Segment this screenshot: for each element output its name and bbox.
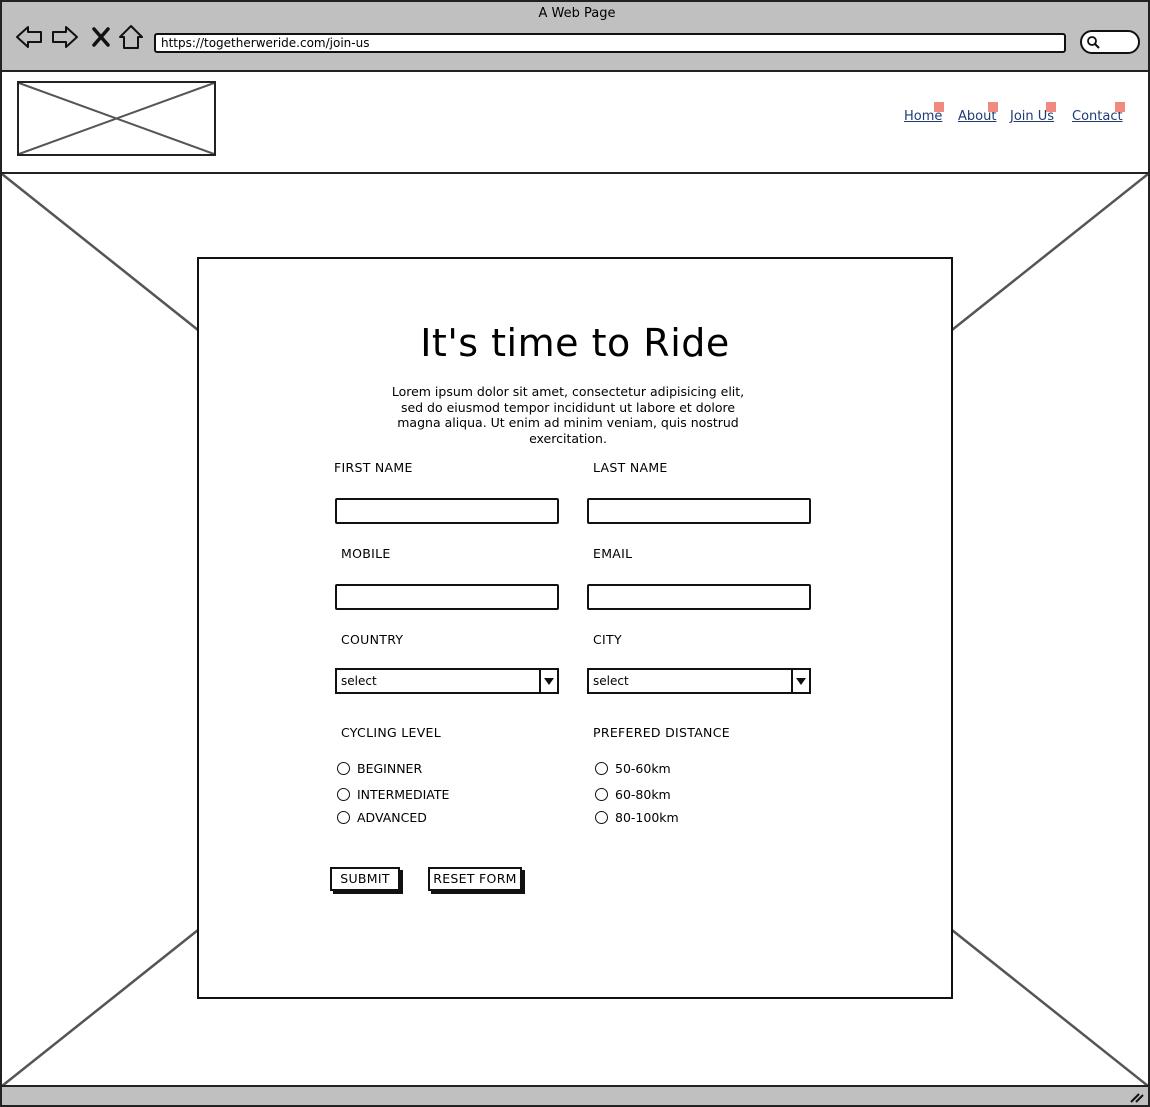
first-name-label: FIRST NAME <box>334 460 413 475</box>
radio-circle-icon[interactable] <box>595 762 608 775</box>
country-label: COUNTRY <box>341 632 404 647</box>
resize-grip-icon[interactable] <box>1128 1089 1144 1103</box>
radio-circle-icon[interactable] <box>337 811 350 824</box>
home-icon[interactable] <box>117 24 145 50</box>
intro-paragraph: Lorem ipsum dolor sit amet, consectetur … <box>391 384 745 446</box>
email-label: EMAIL <box>593 546 633 561</box>
email-field[interactable] <box>587 584 811 610</box>
back-arrow-icon[interactable] <box>15 24 43 50</box>
country-select-value: select <box>341 674 377 688</box>
nav-link-about[interactable]: About <box>958 102 999 124</box>
forward-arrow-icon[interactable] <box>51 24 79 50</box>
radio-circle-icon[interactable] <box>337 788 350 801</box>
last-name-field[interactable] <box>587 498 811 524</box>
country-select[interactable]: select <box>335 668 559 694</box>
search-icon <box>1087 36 1100 49</box>
preferred-distance-label: PREFERED DISTANCE <box>593 725 730 740</box>
window-title: A Web Page <box>538 6 616 21</box>
radio-circle-icon[interactable] <box>595 811 608 824</box>
chevron-down-icon[interactable] <box>791 670 809 692</box>
nav-link-join-us[interactable]: Join Us <box>1010 102 1057 124</box>
browser-search-field[interactable] <box>1080 30 1140 54</box>
browser-toolbar: A Web Page https://togetherweride.com/jo… <box>0 0 1150 72</box>
nav-link-contact[interactable]: Contact <box>1072 102 1125 124</box>
nav-link-home[interactable]: Home <box>904 102 945 124</box>
site-header: Home About Join Us Contact <box>0 72 1150 174</box>
url-bar[interactable]: https://togetherweride.com/join-us <box>154 33 1066 53</box>
close-icon[interactable] <box>90 24 112 50</box>
radio-circle-icon[interactable] <box>595 788 608 801</box>
city-select[interactable]: select <box>587 668 811 694</box>
mobile-field[interactable] <box>335 584 559 610</box>
browser-status-bar <box>0 1085 1150 1107</box>
chevron-down-icon[interactable] <box>539 670 557 692</box>
reset-form-button[interactable]: RESET FORM <box>428 867 522 891</box>
mobile-label: MOBILE <box>341 546 391 561</box>
first-name-field[interactable] <box>335 498 559 524</box>
page-title: It's time to Ride <box>420 321 730 365</box>
cycling-level-label: CYCLING LEVEL <box>341 725 442 740</box>
last-name-label: LAST NAME <box>593 460 668 475</box>
radio-circle-icon[interactable] <box>337 762 350 775</box>
join-form-panel: It's time to Ride Lorem ipsum dolor sit … <box>197 257 953 999</box>
city-label: CITY <box>593 632 622 647</box>
submit-button[interactable]: SUBMIT <box>330 867 400 891</box>
city-select-value: select <box>593 674 629 688</box>
logo-placeholder[interactable] <box>17 81 216 156</box>
